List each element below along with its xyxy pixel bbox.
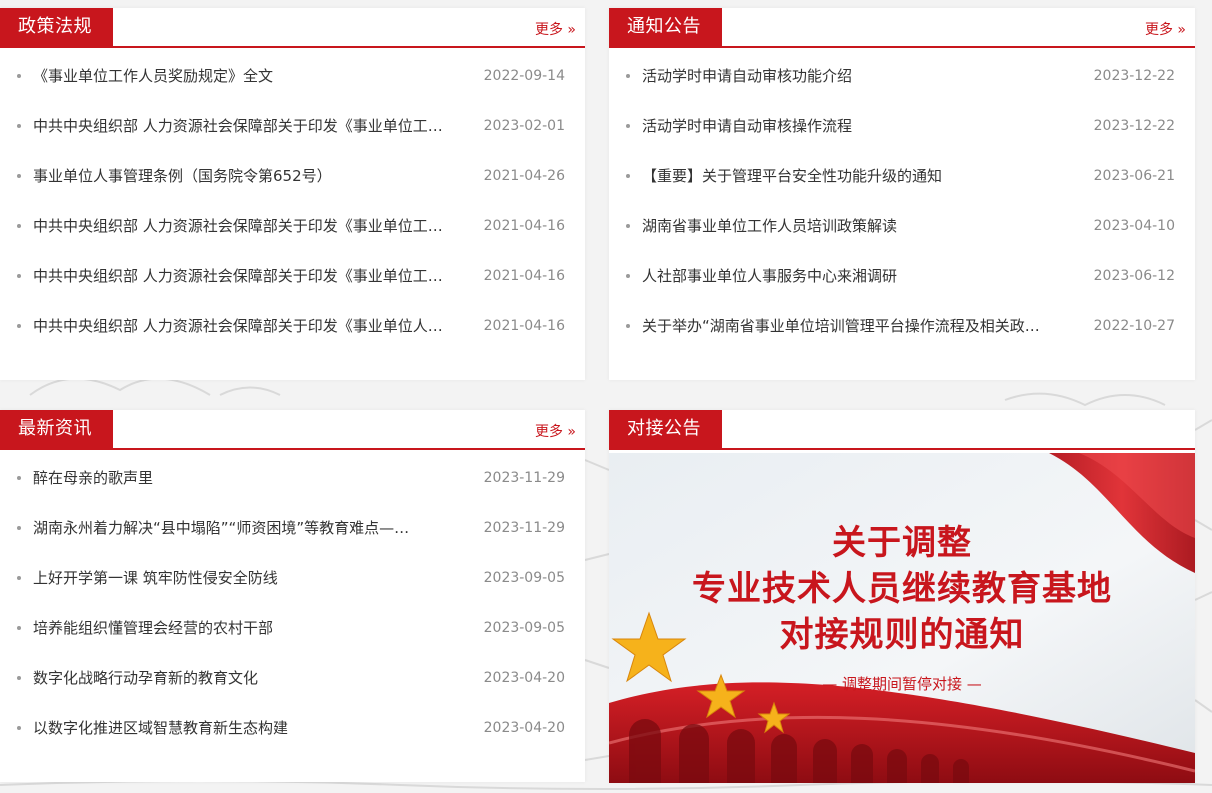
bullet-icon — [17, 526, 21, 530]
list-item[interactable]: 活动学时申请自动审核操作流程 2023-12-22 — [609, 108, 1195, 158]
news-list: 醉在母亲的歌声里 2023-11-29 湖南永州着力解决“县中塌陷”“师资困境”等… — [0, 460, 585, 760]
item-date: 2023-11-29 — [483, 470, 565, 486]
list-item[interactable]: 培养能组织懂管理会经营的农村干部 2023-09-05 — [0, 610, 585, 660]
bullet-icon — [626, 224, 630, 228]
item-date: 2023-12-22 — [1093, 68, 1175, 84]
item-date: 2023-12-22 — [1093, 118, 1175, 134]
bullet-icon — [17, 174, 21, 178]
bullet-icon — [17, 124, 21, 128]
news-panel-title: 最新资讯 — [0, 410, 113, 448]
policy-panel: 政策法规 更多 » 《事业单位工作人员奖励规定》全文 2022-09-14 中共中… — [0, 8, 585, 380]
item-title[interactable]: 活动学时申请自动审核操作流程 — [642, 117, 1079, 135]
notice-panel: 通知公告 更多 » 活动学时申请自动审核功能介绍 2023-12-22 活动学时申… — [609, 8, 1195, 380]
bullet-icon — [17, 324, 21, 328]
notice-panel-header: 通知公告 更多 » — [609, 8, 1195, 48]
news-more-link[interactable]: 更多 » — [535, 421, 576, 441]
item-title[interactable]: 以数字化推进区域智慧教育新生态构建 — [33, 719, 470, 737]
item-date: 2023-04-20 — [483, 720, 565, 736]
list-item[interactable]: 【重要】关于管理平台安全性功能升级的通知 2023-06-21 — [609, 158, 1195, 208]
docking-panel: 对接公告 关于调整 专业技术人员继续教育基地 对接规则的通知 — 调整期间暂停对… — [609, 410, 1195, 783]
list-item[interactable]: 中共中央组织部 人力资源社会保障部关于印发《事业单位人… 2021-04-16 — [0, 308, 585, 358]
news-panel-header: 最新资讯 更多 » — [0, 410, 585, 450]
item-date: 2023-04-20 — [483, 670, 565, 686]
item-date: 2023-02-01 — [483, 118, 565, 134]
item-title[interactable]: 事业单位人事管理条例（国务院令第652号） — [33, 167, 470, 185]
banner-line-3: 对接规则的通知 — [779, 615, 1025, 655]
policy-panel-title: 政策法规 — [0, 8, 113, 46]
item-title[interactable]: 湖南永州着力解决“县中塌陷”“师资困境”等教育难点—… — [33, 519, 470, 537]
item-title[interactable]: 培养能组织懂管理会经营的农村干部 — [33, 619, 470, 637]
banner-subtitle: — 调整期间暂停对接 — — [822, 675, 982, 693]
policy-panel-header: 政策法规 更多 » — [0, 8, 585, 48]
docking-banner[interactable]: 关于调整 专业技术人员继续教育基地 对接规则的通知 — 调整期间暂停对接 — — [609, 453, 1195, 783]
item-title[interactable]: 《事业单位工作人员奖励规定》全文 — [33, 67, 470, 85]
notice-more-link[interactable]: 更多 » — [1145, 19, 1186, 39]
bullet-icon — [17, 74, 21, 78]
item-title[interactable]: 中共中央组织部 人力资源社会保障部关于印发《事业单位人… — [33, 317, 470, 335]
list-item[interactable]: 数字化战略行动孕育新的教育文化 2023-04-20 — [0, 660, 585, 710]
item-date: 2023-11-29 — [483, 520, 565, 536]
item-date: 2021-04-26 — [483, 168, 565, 184]
item-title[interactable]: 中共中央组织部 人力资源社会保障部关于印发《事业单位工… — [33, 267, 470, 285]
list-item[interactable]: 人社部事业单位人事服务中心来湘调研 2023-06-12 — [609, 258, 1195, 308]
item-date: 2021-04-16 — [483, 268, 565, 284]
item-title[interactable]: 醉在母亲的歌声里 — [33, 469, 470, 487]
banner-line-1: 关于调整 — [832, 523, 972, 563]
item-title[interactable]: 关于举办“湖南省事业单位培训管理平台操作流程及相关政… — [642, 317, 1079, 335]
bullet-icon — [626, 124, 630, 128]
policy-more-link[interactable]: 更多 » — [535, 19, 576, 39]
item-title[interactable]: 上好开学第一课 筑牢防性侵安全防线 — [33, 569, 470, 587]
item-date: 2023-04-10 — [1093, 218, 1175, 234]
list-item[interactable]: 事业单位人事管理条例（国务院令第652号） 2021-04-26 — [0, 158, 585, 208]
news-panel: 最新资讯 更多 » 醉在母亲的歌声里 2023-11-29 湖南永州着力解决“县中… — [0, 410, 585, 782]
notice-list: 活动学时申请自动审核功能介绍 2023-12-22 活动学时申请自动审核操作流程 2… — [609, 58, 1195, 358]
item-date: 2023-09-05 — [483, 620, 565, 636]
banner-line-2: 专业技术人员继续教育基地 — [692, 569, 1112, 609]
bullet-icon — [17, 274, 21, 278]
bullet-icon — [17, 626, 21, 630]
item-date: 2022-09-14 — [483, 68, 565, 84]
item-title[interactable]: 中共中央组织部 人力资源社会保障部关于印发《事业单位工… — [33, 117, 470, 135]
list-item[interactable]: 上好开学第一课 筑牢防性侵安全防线 2023-09-05 — [0, 560, 585, 610]
bullet-icon — [17, 726, 21, 730]
docking-panel-header: 对接公告 — [609, 410, 1195, 450]
bullet-icon — [17, 476, 21, 480]
list-item[interactable]: 中共中央组织部 人力资源社会保障部关于印发《事业单位工… 2021-04-16 — [0, 208, 585, 258]
item-title[interactable]: 【重要】关于管理平台安全性功能升级的通知 — [642, 167, 1079, 185]
list-item[interactable]: 关于举办“湖南省事业单位培训管理平台操作流程及相关政… 2022-10-27 — [609, 308, 1195, 358]
bullet-icon — [626, 174, 630, 178]
item-date: 2023-06-21 — [1093, 168, 1175, 184]
docking-panel-title: 对接公告 — [609, 410, 722, 448]
list-item[interactable]: 《事业单位工作人员奖励规定》全文 2022-09-14 — [0, 58, 585, 108]
bullet-icon — [626, 274, 630, 278]
item-date: 2021-04-16 — [483, 318, 565, 334]
item-title[interactable]: 人社部事业单位人事服务中心来湘调研 — [642, 267, 1079, 285]
item-title[interactable]: 数字化战略行动孕育新的教育文化 — [33, 669, 470, 687]
item-date: 2021-04-16 — [483, 218, 565, 234]
item-date: 2023-09-05 — [483, 570, 565, 586]
item-date: 2022-10-27 — [1093, 318, 1175, 334]
notice-panel-title: 通知公告 — [609, 8, 722, 46]
list-item[interactable]: 湖南省事业单位工作人员培训政策解读 2023-04-10 — [609, 208, 1195, 258]
bullet-icon — [17, 576, 21, 580]
bullet-icon — [626, 324, 630, 328]
list-item[interactable]: 中共中央组织部 人力资源社会保障部关于印发《事业单位工… 2023-02-01 — [0, 108, 585, 158]
list-item[interactable]: 以数字化推进区域智慧教育新生态构建 2023-04-20 — [0, 710, 585, 760]
list-item[interactable]: 醉在母亲的歌声里 2023-11-29 — [0, 460, 585, 510]
list-item[interactable]: 中共中央组织部 人力资源社会保障部关于印发《事业单位工… 2021-04-16 — [0, 258, 585, 308]
list-item[interactable]: 活动学时申请自动审核功能介绍 2023-12-22 — [609, 58, 1195, 108]
bullet-icon — [626, 74, 630, 78]
item-title[interactable]: 湖南省事业单位工作人员培训政策解读 — [642, 217, 1079, 235]
bullet-icon — [17, 224, 21, 228]
list-item[interactable]: 湖南永州着力解决“县中塌陷”“师资困境”等教育难点—… 2023-11-29 — [0, 510, 585, 560]
item-title[interactable]: 活动学时申请自动审核功能介绍 — [642, 67, 1079, 85]
item-title[interactable]: 中共中央组织部 人力资源社会保障部关于印发《事业单位工… — [33, 217, 470, 235]
bullet-icon — [17, 676, 21, 680]
policy-list: 《事业单位工作人员奖励规定》全文 2022-09-14 中共中央组织部 人力资源社… — [0, 58, 585, 358]
item-date: 2023-06-12 — [1093, 268, 1175, 284]
